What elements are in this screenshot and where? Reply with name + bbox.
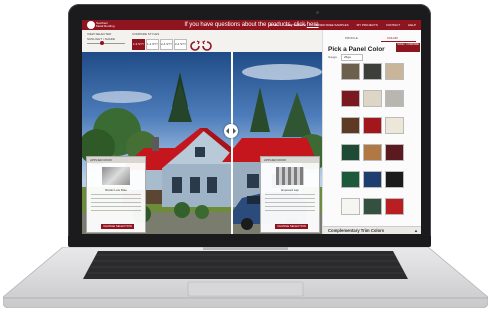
- color-swatch[interactable]: [341, 171, 360, 188]
- save-compare-button[interactable]: SAVE / COMPARE: [396, 43, 420, 52]
- color-swatch[interactable]: [385, 90, 404, 107]
- color-swatch[interactable]: [363, 117, 382, 134]
- card-product-left: Rustic Low Rise: [105, 188, 127, 192]
- color-swatch[interactable]: [341, 144, 360, 161]
- active-tab-underline: [381, 41, 416, 42]
- nav-item-help[interactable]: HELP: [408, 23, 416, 27]
- card-specs-left: [91, 194, 141, 214]
- nav-item-home[interactable]: HOME: [269, 23, 278, 27]
- chevron-up-icon[interactable]: ▲: [414, 228, 418, 234]
- app-screen: Southern Metal Roofing If you have quest…: [82, 20, 421, 234]
- color-swatch[interactable]: [363, 144, 382, 161]
- color-swatch[interactable]: [363, 63, 382, 80]
- color-swatch[interactable]: [385, 63, 404, 80]
- applied-roof-card-left: APPLIED ROOF Rustic Low Rise CHANGE SELE…: [86, 156, 146, 233]
- top-banner: Southern Metal Roofing If you have quest…: [82, 20, 421, 30]
- nav-item-order-samples[interactable]: ORDER FREE SAMPLES: [314, 23, 349, 27]
- style-button-4[interactable]: 2-4 STY: [174, 39, 187, 50]
- panel-thumbnail-left: [102, 167, 130, 185]
- panel-title: Pick a Panel Color: [328, 46, 385, 53]
- color-panel: PROFILE COLOR Pick a Panel Color SAVE / …: [322, 30, 421, 234]
- color-swatch[interactable]: [341, 117, 360, 134]
- webcam-icon: [316, 11, 319, 14]
- color-swatch[interactable]: [363, 171, 382, 188]
- laptop-bezel: [68, 236, 431, 247]
- style-button-1[interactable]: 1-9 STY: [132, 39, 145, 50]
- style-button-3[interactable]: 2-4 STY: [160, 39, 173, 50]
- color-swatch[interactable]: [363, 90, 382, 107]
- color-swatch[interactable]: [385, 171, 404, 188]
- color-swatch[interactable]: [341, 198, 360, 215]
- color-swatch[interactable]: [363, 198, 382, 215]
- color-swatch[interactable]: [341, 63, 360, 80]
- panel-thumbnail-right: [276, 167, 304, 185]
- drag-arrows-icon: [226, 128, 236, 134]
- view-label: VIEW SELECTED: [87, 32, 112, 36]
- filter-label: Gauge: [328, 55, 338, 59]
- card-specs-right: [265, 194, 315, 214]
- card-header-left: APPLIED ROOF: [87, 157, 145, 163]
- compare-drag-handle[interactable]: [224, 124, 238, 138]
- nav-item-my-projects[interactable]: MY PROJECTS: [357, 23, 378, 27]
- color-swatch[interactable]: [385, 117, 404, 134]
- card-product-right: Exposed Lap: [281, 188, 299, 192]
- trim-colors-title: Complementary Trim Colors: [328, 228, 385, 233]
- trim-colors-accordion[interactable]: Complementary Trim Colors ▲: [323, 226, 421, 234]
- color-swatch[interactable]: [385, 144, 404, 161]
- trackpad[interactable]: [188, 282, 303, 296]
- house-preview[interactable]: APPLIED ROOF Rustic Low Rise CHANGE SELE…: [82, 52, 322, 234]
- change-selection-button-left[interactable]: CHANGE SELECTION: [101, 224, 134, 229]
- change-selection-button-right[interactable]: CHANGE SELECTION: [275, 224, 308, 229]
- viewer-toolbar: VIEW SELECTED SUNLIGHT / SHADE COMPARE S…: [82, 30, 322, 53]
- panel-tabs: PROFILE COLOR: [323, 35, 421, 42]
- sunlight-slider-handle[interactable]: [100, 41, 104, 45]
- card-header-right: APPLIED ROOF: [261, 157, 319, 163]
- sunlight-slider[interactable]: [87, 43, 125, 44]
- nav-item-contact[interactable]: CONTACT: [386, 23, 400, 27]
- gauge-select[interactable]: 26ga: [341, 54, 363, 61]
- tab-profile[interactable]: PROFILE: [345, 35, 358, 41]
- applied-roof-card-right: APPLIED ROOF Exposed Lap CHANGE SELECTIO…: [260, 156, 320, 233]
- color-swatch[interactable]: [385, 198, 404, 215]
- keyboard[interactable]: [83, 251, 408, 279]
- nav-item-new-search[interactable]: NEW SEARCH: [286, 23, 306, 27]
- compare-label: COMPARE STYLES: [132, 32, 160, 36]
- compare-split-line[interactable]: [231, 52, 233, 234]
- color-swatch[interactable]: [341, 90, 360, 107]
- top-nav: HOME NEW SEARCH ORDER FREE SAMPLES MY PR…: [269, 23, 416, 27]
- style-button-2[interactable]: 1-2 STY: [146, 39, 159, 50]
